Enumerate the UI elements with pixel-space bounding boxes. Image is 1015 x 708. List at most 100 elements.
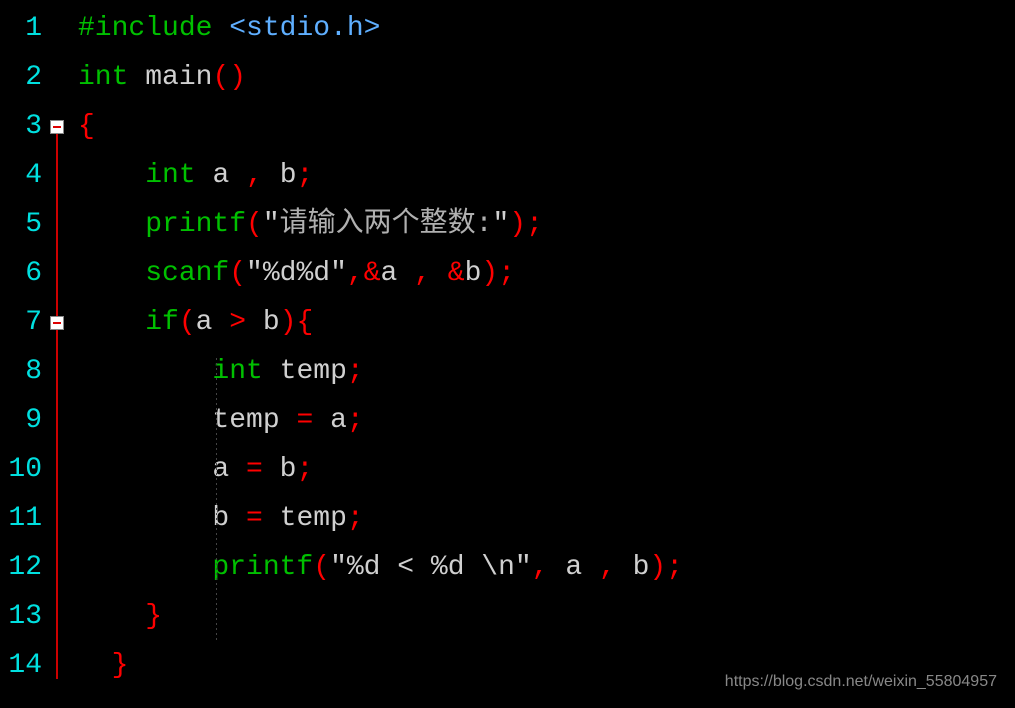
operator: = — [229, 494, 279, 543]
identifier: b — [633, 543, 650, 592]
string-literal: %d%d — [263, 249, 330, 298]
identifier: a — [212, 151, 229, 200]
line-number: 8 — [0, 347, 42, 396]
keyword: int — [78, 53, 128, 102]
function-call: scanf — [145, 249, 229, 298]
semicolon: ; — [347, 494, 364, 543]
fold-toggle-icon[interactable] — [50, 120, 64, 134]
line-number: 7 — [0, 298, 42, 347]
code-line[interactable]: #include <stdio.h> — [78, 4, 1015, 53]
semicolon: ; — [666, 543, 683, 592]
identifier: temp — [280, 494, 347, 543]
line-number: 4 — [0, 151, 42, 200]
string-quote: " — [263, 200, 280, 249]
line-number: 9 — [0, 396, 42, 445]
line-number: 13 — [0, 592, 42, 641]
string-quote: " — [515, 543, 532, 592]
string-quote: " — [492, 200, 509, 249]
keyword: if — [145, 298, 179, 347]
paren: ( — [179, 298, 196, 347]
identifier: a — [212, 445, 229, 494]
code-line[interactable]: b = temp; — [78, 494, 1015, 543]
brace: { — [297, 298, 314, 347]
punct: , — [532, 543, 566, 592]
identifier: b — [212, 494, 229, 543]
code-editor[interactable]: 1 2 3 4 5 6 7 8 9 10 11 12 13 14 #includ… — [0, 0, 1015, 690]
watermark-text: https://blog.csdn.net/weixin_55804957 — [725, 668, 997, 696]
line-number: 10 — [0, 445, 42, 494]
indent-guide — [216, 358, 217, 642]
identifier: b — [280, 445, 297, 494]
code-line[interactable]: } — [78, 592, 1015, 641]
identifier: temp — [280, 347, 347, 396]
paren: ( — [229, 249, 246, 298]
semicolon: ; — [498, 249, 515, 298]
string-quote: " — [330, 543, 347, 592]
ampersand: & — [448, 249, 465, 298]
code-line[interactable]: a = b; — [78, 445, 1015, 494]
code-line[interactable]: if(a > b){ — [78, 298, 1015, 347]
semicolon: ; — [347, 396, 364, 445]
line-number: 1 — [0, 4, 42, 53]
semicolon: ; — [347, 347, 364, 396]
semicolon: ; — [526, 200, 543, 249]
string-literal: %d < %d \n — [347, 543, 515, 592]
operator: > — [212, 298, 262, 347]
fold-toggle-icon[interactable] — [50, 316, 64, 330]
line-number: 12 — [0, 543, 42, 592]
function-call: printf — [145, 200, 246, 249]
fold-guide — [56, 330, 58, 630]
identifier: temp — [212, 396, 279, 445]
punct: , — [582, 543, 632, 592]
punct: , — [397, 249, 447, 298]
identifier: b — [280, 151, 297, 200]
code-line[interactable]: int temp; — [78, 347, 1015, 396]
string-quote: " — [246, 249, 263, 298]
punct: , — [347, 249, 364, 298]
code-line[interactable]: { — [78, 102, 1015, 151]
brace: { — [78, 102, 95, 151]
fold-column — [50, 4, 68, 690]
line-number-gutter: 1 2 3 4 5 6 7 8 9 10 11 12 13 14 — [0, 4, 50, 690]
identifier: a — [565, 543, 582, 592]
string-literal: 请输入两个整数: — [280, 200, 493, 249]
paren: ) — [229, 53, 246, 102]
brace: } — [112, 641, 129, 690]
keyword: int — [145, 151, 195, 200]
line-number: 6 — [0, 249, 42, 298]
paren: ( — [246, 200, 263, 249]
line-number: 2 — [0, 53, 42, 102]
code-line[interactable]: printf("%d < %d \n", a , b); — [78, 543, 1015, 592]
semicolon: ; — [296, 445, 313, 494]
include-header: <stdio.h> — [229, 4, 380, 53]
code-line[interactable]: printf("请输入两个整数:"); — [78, 200, 1015, 249]
punct: , — [229, 151, 279, 200]
keyword: int — [212, 347, 262, 396]
identifier: b — [465, 249, 482, 298]
ampersand: & — [364, 249, 381, 298]
paren: ) — [509, 200, 526, 249]
preprocessor: #include — [78, 4, 229, 53]
identifier: a — [381, 249, 398, 298]
code-line[interactable]: scanf("%d%d",&a , &b); — [78, 249, 1015, 298]
paren: ) — [280, 298, 297, 347]
brace: } — [145, 592, 162, 641]
operator: = — [229, 445, 279, 494]
paren: ( — [313, 543, 330, 592]
identifier: b — [263, 298, 280, 347]
code-line[interactable]: int main() — [78, 53, 1015, 102]
code-line[interactable]: int a , b; — [78, 151, 1015, 200]
semicolon: ; — [297, 151, 314, 200]
code-area[interactable]: #include <stdio.h> int main() { int a , … — [68, 4, 1015, 690]
operator: = — [280, 396, 330, 445]
code-line[interactable]: temp = a; — [78, 396, 1015, 445]
paren: ) — [481, 249, 498, 298]
identifier: a — [330, 396, 347, 445]
string-quote: " — [330, 249, 347, 298]
function-name: main — [145, 53, 212, 102]
line-number: 14 — [0, 641, 42, 690]
line-number: 11 — [0, 494, 42, 543]
paren: ) — [649, 543, 666, 592]
function-call: printf — [212, 543, 313, 592]
line-number: 3 — [0, 102, 42, 151]
